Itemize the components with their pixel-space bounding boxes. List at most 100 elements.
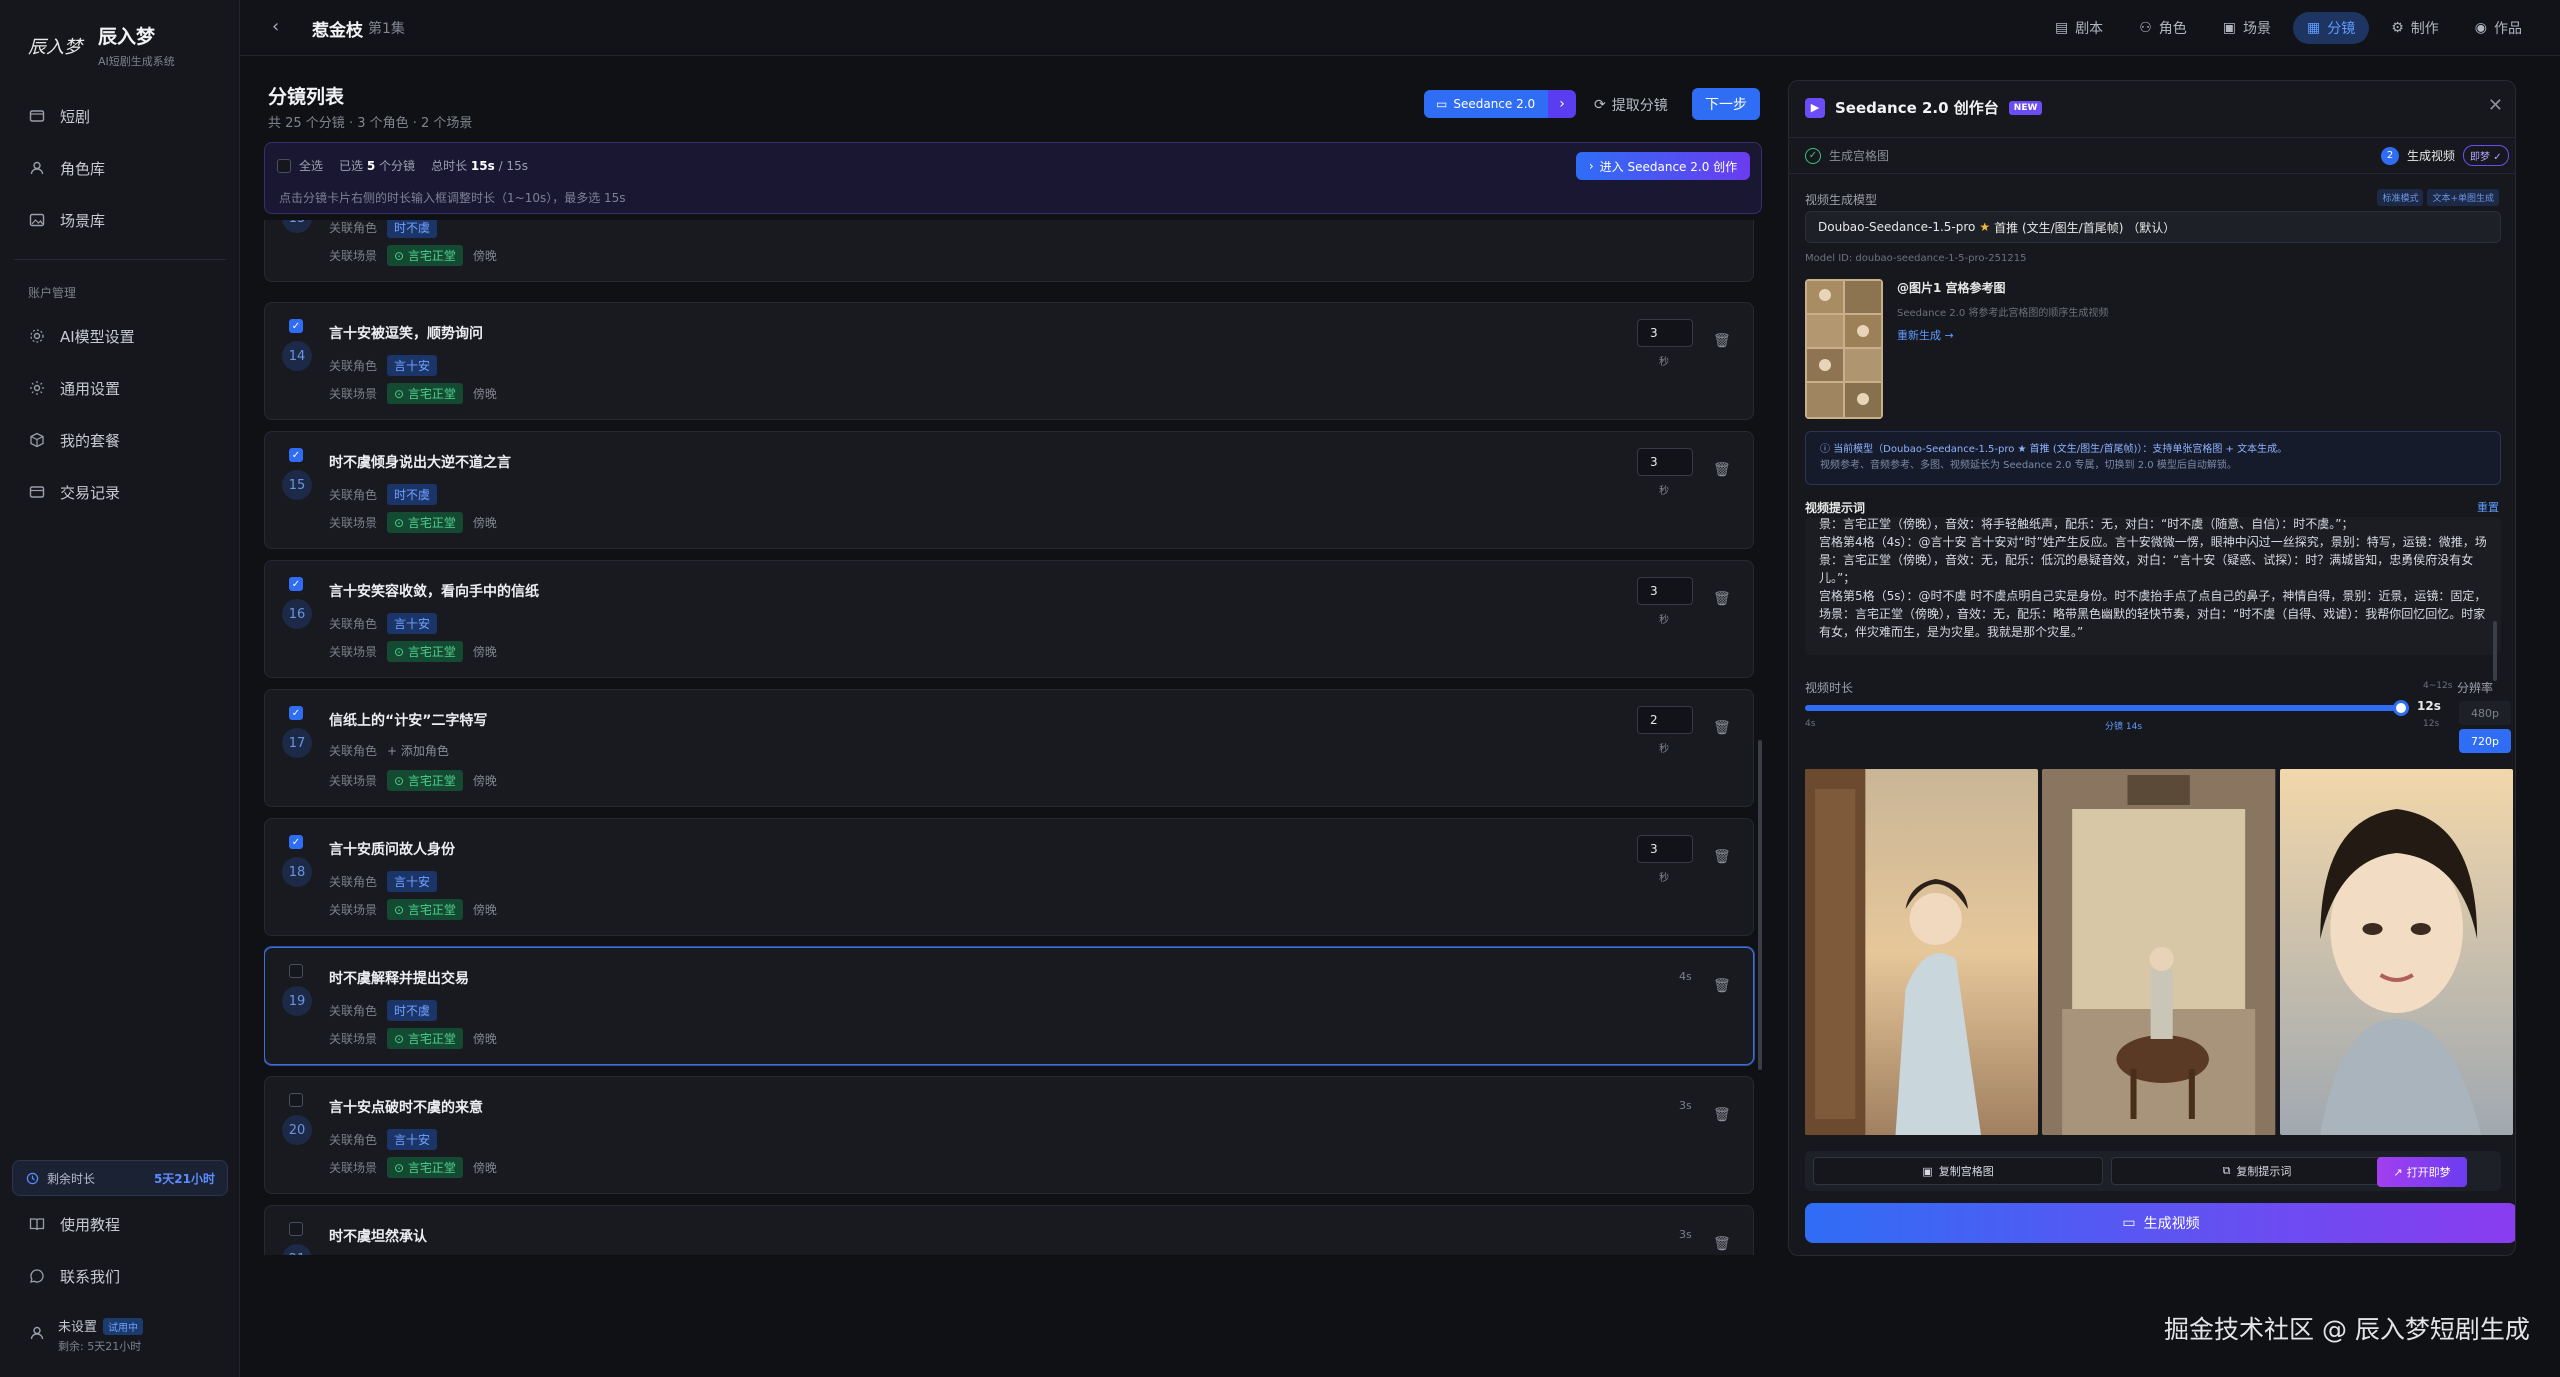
extract-shots-button[interactable]: ⟳ 提取分镜	[1594, 92, 1668, 118]
sidebar-item-scenes[interactable]: 场景库	[16, 200, 226, 240]
role-tag[interactable]: 言十安	[387, 1129, 438, 1150]
scene-tag[interactable]: ⊙ 言宅正堂	[387, 512, 463, 533]
next-step-button[interactable]: 下一步	[1692, 88, 1760, 120]
grid-reference-thumbnail[interactable]	[1805, 279, 1883, 419]
model-select[interactable]: Doubao-Seedance-1.5-pro ★ 首推 (文生/图生/首尾帧) （…	[1805, 211, 2501, 243]
shot-checkbox[interactable]: ✓	[289, 448, 303, 462]
enter-seedance-button[interactable]: › 进入 Seedance 2.0 创作	[1576, 152, 1750, 180]
resolution-label: 分辨率	[2457, 681, 2494, 695]
trash-icon[interactable]: 🗑	[1713, 462, 1731, 478]
role-tag[interactable]: 时不虞	[387, 1000, 438, 1021]
model-section-label: 视频生成模型	[1805, 193, 1878, 207]
sidebar-item-characters[interactable]: 角色库	[16, 148, 226, 188]
trash-icon[interactable]: 🗑	[1713, 591, 1731, 607]
trash-icon[interactable]: 🗑	[1713, 333, 1731, 349]
prompt-scrollbar[interactable]	[2493, 621, 2497, 681]
scene-tag[interactable]: ⊙ 言宅正堂	[387, 383, 463, 404]
quota-label: 剩余时长	[47, 1171, 96, 1186]
tab-storyboard[interactable]: ▦ 分镜	[2292, 12, 2370, 44]
select-all[interactable]: 全选	[277, 157, 323, 174]
resolution-720p[interactable]: 720p	[2459, 729, 2511, 753]
tab-production[interactable]: ⚙ 制作	[2377, 12, 2453, 44]
sidebar-item-contact[interactable]: 联系我们	[16, 1256, 226, 1296]
total-duration: 总时长 15s / 15s	[431, 157, 528, 174]
user-name: 未设置	[58, 1320, 98, 1335]
shot-card[interactable]: ✓ 16 言十安笑容收敛，看向手中的信纸 关联角色 言十安 关联场景 ⊙ 言宅正堂傍…	[264, 560, 1754, 678]
duration-input[interactable]: 3	[1637, 835, 1693, 863]
shot-card[interactable]: 13 关联角色时不虞 关联场景 ⊙ 言宅正堂傍晚	[264, 220, 1754, 282]
shot-card[interactable]: 21 时不虞坦然承认 3s 🗑	[264, 1205, 1754, 1255]
tab-characters[interactable]: ⚇ 角色	[2125, 12, 2201, 44]
open-jimeng-button[interactable]: ↗ 打开即梦	[2377, 1157, 2467, 1187]
preview-panel	[1805, 769, 2039, 1135]
role-label: 关联角色	[329, 488, 378, 502]
sidebar-item-general[interactable]: 通用设置	[16, 368, 226, 408]
duration-input[interactable]: 3	[1637, 319, 1693, 347]
shot-card[interactable]: ✓ 18 言十安质问故人身份 关联角色 言十安 关联场景 ⊙ 言宅正堂 傍晚 3 秒 …	[264, 818, 1754, 936]
scene-tag[interactable]: ⊙ 言宅正堂	[387, 1028, 463, 1049]
copy-prompt-button[interactable]: ⧉ 复制提示词	[2111, 1157, 2403, 1185]
trash-icon[interactable]: 🗑	[1713, 1107, 1731, 1123]
user-profile[interactable]: 未设置 试用中 剩余: 5天21小时	[28, 1316, 144, 1354]
duration-input[interactable]: 3	[1637, 577, 1693, 605]
close-icon[interactable]: ✕	[2488, 95, 2503, 116]
prompt-textarea[interactable]: 景：言宅正堂（傍晚），音效：将手轻触纸声，配乐：无，对白：“时不虞（随意、自信）…	[1805, 517, 2501, 655]
step-grid[interactable]: ✓ 生成宫格图	[1805, 147, 1889, 164]
tab-script[interactable]: ▤ 剧本	[2041, 12, 2117, 44]
reset-prompt-button[interactable]: 重置	[2477, 499, 2499, 515]
shot-checkbox[interactable]	[289, 1222, 303, 1236]
trash-icon[interactable]: 🗑	[1713, 978, 1731, 994]
tab-works[interactable]: ◉ 作品	[2461, 12, 2536, 44]
scene-tag[interactable]: ⊙ 言宅正堂	[387, 641, 463, 662]
shot-checkbox[interactable]: ✓	[289, 835, 303, 849]
quota-card[interactable]: 剩余时长 5天21小时	[12, 1160, 228, 1196]
trash-icon[interactable]: 🗑	[1713, 1236, 1731, 1252]
sidebar-item-plan[interactable]: 我的套餐	[16, 420, 226, 460]
add-role-button[interactable]: + 添加角色	[387, 742, 449, 759]
slider-handle[interactable]	[2393, 700, 2409, 716]
scene-tag[interactable]: ⊙ 言宅正堂	[387, 770, 463, 791]
scene-tag[interactable]: ⊙ 言宅正堂	[387, 1157, 463, 1178]
shot-checkbox[interactable]: ✓	[289, 577, 303, 591]
tab-scenes[interactable]: ▣ 场景	[2209, 12, 2285, 44]
role-tag[interactable]: 言十安	[387, 355, 438, 376]
shot-card[interactable]: ✓ 17 信纸上的“计安”二字特写 关联角色 + 添加角色 关联场景 ⊙ 言宅正堂傍…	[264, 689, 1754, 807]
shot-checkbox[interactable]	[289, 964, 303, 978]
shot-card[interactable]: ✓ 15 时不虞倾身说出大逆不道之言 关联角色 时不虞 关联场景 ⊙ 言宅正堂 傍晚 …	[264, 431, 1754, 549]
brand[interactable]: 辰入梦 辰入梦 AI短剧生成系统	[28, 22, 175, 69]
duration-input[interactable]: 2	[1637, 706, 1693, 734]
role-tag[interactable]: 言十安	[387, 613, 438, 634]
select-all-checkbox[interactable]	[277, 158, 291, 173]
chat-icon	[28, 1267, 46, 1285]
role-label: 关联角色	[329, 221, 378, 235]
shot-checkbox[interactable]	[289, 1093, 303, 1107]
grid-preview[interactable]	[1805, 769, 2513, 1135]
sidebar-item-transactions[interactable]: 交易记录	[16, 472, 226, 512]
slider-shot-marker: 分镜 14s	[2105, 722, 2143, 732]
step-video[interactable]: 2 生成视频 即梦 ✓	[2381, 145, 2509, 166]
duration-input[interactable]: 3	[1637, 448, 1693, 476]
sidebar-item-dramas[interactable]: 短剧	[16, 96, 226, 136]
list-scrollbar[interactable]	[1758, 740, 1762, 1070]
resolution-480p[interactable]: 480p	[2459, 701, 2511, 725]
duration-slider[interactable]	[1805, 700, 2409, 716]
shot-card[interactable]: 19 时不虞解释并提出交易 关联角色 时不虞 关联场景 ⊙ 言宅正堂 傍晚 4s 🗑	[264, 947, 1754, 1065]
shot-checkbox[interactable]: ✓	[289, 706, 303, 720]
regenerate-link[interactable]: 重新生成 →	[1897, 327, 2108, 343]
copy-grid-button[interactable]: ▣ 复制宫格图	[1813, 1157, 2103, 1185]
role-tag[interactable]: 言十安	[387, 871, 438, 892]
sidebar-item-tutorial[interactable]: 使用教程	[16, 1204, 226, 1244]
trash-icon[interactable]: 🗑	[1713, 849, 1731, 865]
scene-tag[interactable]: ⊙ 言宅正堂	[387, 899, 463, 920]
shot-card[interactable]: ✓ 14 言十安被逗笑，顺势询问 关联角色 言十安 关联场景 ⊙ 言宅正堂 傍晚 3 …	[264, 302, 1754, 420]
generate-video-button[interactable]: ▭ 生成视频	[1805, 1203, 2515, 1243]
shot-card[interactable]: 20 言十安点破时不虞的来意 关联角色 言十安 关联场景 ⊙ 言宅正堂 傍晚 3s 🗑	[264, 1076, 1754, 1194]
role-tag[interactable]: 时不虞	[387, 220, 438, 238]
role-tag[interactable]: 时不虞	[387, 484, 438, 505]
sidebar-item-ai-model[interactable]: AI模型设置	[16, 316, 226, 356]
trash-icon[interactable]: 🗑	[1713, 720, 1731, 736]
back-button[interactable]: ‹	[272, 16, 279, 37]
shot-checkbox[interactable]: ✓	[289, 319, 303, 333]
scene-tag[interactable]: ⊙ 言宅正堂	[387, 245, 463, 266]
model-next-button[interactable]: ›	[1548, 90, 1576, 118]
